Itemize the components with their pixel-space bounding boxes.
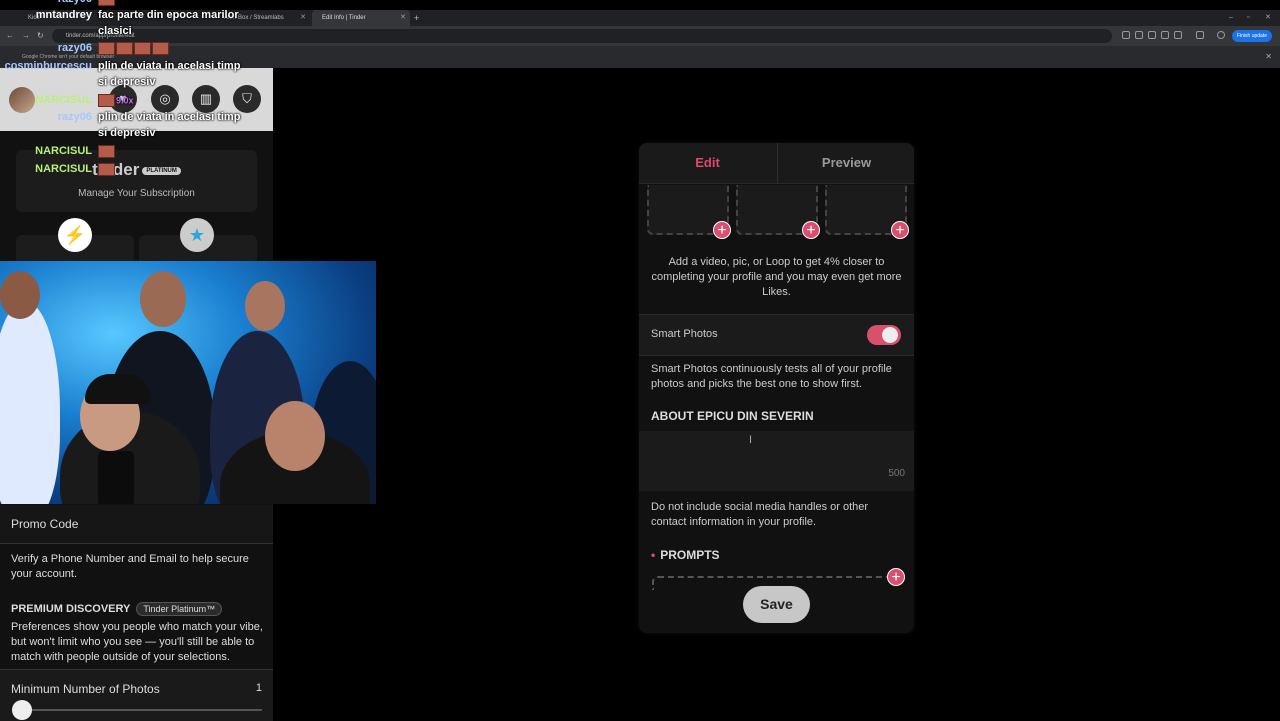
chat-emotes <box>98 0 116 6</box>
chat-username: razy06 <box>57 111 92 123</box>
add-media-hint: Add a video, pic, or Loop to get 4% clos… <box>651 256 902 298</box>
smart-photos-row: Smart Photos <box>639 314 914 356</box>
person-head <box>140 271 186 327</box>
finish-update-button[interactable]: Finish update <box>1232 30 1272 42</box>
prompts-heading: • PROMPTS <box>651 548 720 562</box>
min-photos-slider-knob[interactable] <box>12 700 32 720</box>
emote-icon <box>98 94 115 107</box>
text-cursor-icon: I <box>749 434 753 446</box>
chat-text: plin de viata in acelasi timp <box>98 60 241 72</box>
star-icon: ★ <box>180 218 214 252</box>
minimize-button[interactable]: – <box>1229 10 1233 26</box>
add-photo-icon[interactable]: + <box>713 221 731 239</box>
profile-icon[interactable] <box>1217 31 1225 39</box>
maximize-button[interactable]: ▫ <box>1247 10 1249 26</box>
min-photos-label: Minimum Number of Photos <box>11 682 160 696</box>
promo-code-row[interactable]: Promo Code <box>0 505 273 544</box>
person-head <box>265 401 325 471</box>
phone <box>98 451 134 504</box>
cap <box>85 374 151 404</box>
emote-icon <box>116 42 133 55</box>
smart-photos-toggle[interactable] <box>867 325 901 345</box>
emote-icon <box>98 163 115 176</box>
chat-username: NARCISUL <box>35 163 92 175</box>
emote-icon <box>98 42 115 55</box>
min-photos-slider-track[interactable] <box>22 709 262 711</box>
char-count: 500 <box>888 468 905 479</box>
edit-preview-tabs: Edit Preview <box>639 143 914 184</box>
chat-emotes <box>98 163 116 176</box>
chat-username: mntandrey <box>35 9 92 21</box>
close-icon[interactable]: ✕ <box>1265 46 1272 68</box>
emote-icon <box>98 0 115 6</box>
smart-photos-description: Smart Photos continuously tests all of y… <box>651 363 892 390</box>
webcam-overlay <box>0 261 376 504</box>
close-tab-icon[interactable]: ✕ <box>300 10 306 26</box>
extensions-icon[interactable] <box>1196 31 1204 39</box>
close-window-button[interactable]: ✕ <box>1265 10 1271 26</box>
premium-discovery-heading: PREMIUM DISCOVERY Tinder Platinum™ <box>11 602 223 616</box>
bookmark-icon[interactable] <box>1174 31 1182 39</box>
add-prompt-icon[interactable]: + <box>887 568 905 586</box>
chat-text: si depresiv <box>98 127 156 139</box>
person-head <box>0 271 40 319</box>
share-icon[interactable] <box>1148 31 1156 39</box>
close-tab-icon[interactable]: ✕ <box>400 10 406 26</box>
chat-emotes: 9.0x <box>98 94 134 107</box>
emote-icon <box>134 42 151 55</box>
cast-icon[interactable] <box>1161 31 1169 39</box>
emote-icon <box>98 145 115 158</box>
min-photos-value: 1 <box>255 682 262 694</box>
min-photos-row: Minimum Number of Photos 1 <box>0 669 273 721</box>
person-head <box>245 281 285 331</box>
tab-edit[interactable]: Edit <box>639 143 776 183</box>
about-textarea[interactable]: I 500 <box>639 431 914 491</box>
edit-profile-card: Edit Preview + + + Add a video, pic, or … <box>639 143 914 633</box>
boost-icon: ⚡ <box>58 218 92 252</box>
about-heading: ABOUT EPICU DIN SEVERIN <box>651 409 814 423</box>
chat-username: razy06 <box>0 0 92 5</box>
promo-code-label: Promo Code <box>11 517 79 531</box>
required-dot-icon: • <box>651 548 656 562</box>
no-social-hint: Do not include social media handles or o… <box>651 501 869 528</box>
premium-discovery-description: Preferences show you people who match yo… <box>11 621 263 663</box>
smart-photos-label: Smart Photos <box>651 328 718 340</box>
prompts-title: PROMPTS <box>660 548 720 562</box>
chat-text: plin de viata in acelasi timp <box>98 111 241 123</box>
toggle-knob <box>882 327 898 343</box>
chat-text: clasici <box>98 25 132 37</box>
tab-preview[interactable]: Preview <box>777 143 914 183</box>
multiplier-badge: 9.0x <box>116 95 134 106</box>
location-icon[interactable] <box>1122 31 1130 39</box>
chat-text: fac parte din epoca marilor <box>98 9 239 21</box>
chat-username: NARCISUL <box>35 145 92 157</box>
save-button[interactable]: Save <box>743 586 810 623</box>
add-photo-icon[interactable]: + <box>891 221 909 239</box>
tab-label: Edit Info | Tinder <box>322 15 366 21</box>
add-photo-icon[interactable]: + <box>802 221 820 239</box>
verify-account-text: Verify a Phone Number and Email to help … <box>11 553 249 580</box>
chat-emotes <box>98 42 170 55</box>
chat-username: NARCISUL <box>35 94 92 106</box>
new-tab-button[interactable]: + <box>414 10 419 26</box>
zoom-icon[interactable] <box>1135 31 1143 39</box>
browser-tab-active[interactable]: Edit Info | Tinder ✕ <box>312 10 410 26</box>
stream-chat-overlay: razy06 mntandrey fac parte din epoca mar… <box>0 0 280 180</box>
premium-discovery-title: PREMIUM DISCOVERY <box>11 603 131 615</box>
emote-icon <box>152 42 169 55</box>
manage-subscription-label: Manage Your Subscription <box>78 188 195 199</box>
person-figure <box>0 301 60 504</box>
chat-username: cosminburcescu <box>4 60 92 72</box>
platinum-badge: Tinder Platinum™ <box>136 602 223 616</box>
chat-text: si depresiv <box>98 76 156 88</box>
chat-username: razy06 <box>57 42 92 54</box>
chat-emotes <box>98 145 116 158</box>
